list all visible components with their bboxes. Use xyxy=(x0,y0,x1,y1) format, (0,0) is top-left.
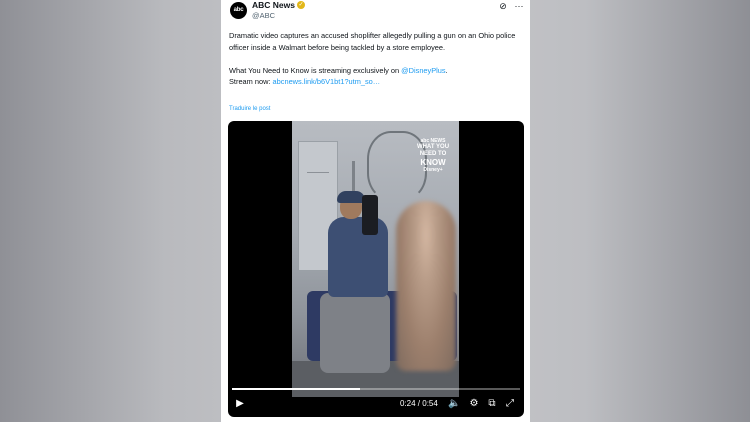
tweet-paragraph-3: Stream now: abcnews.link/b6V1bt1?utm_so… xyxy=(229,76,525,88)
stream-link[interactable]: abcnews.link/b6V1bt1?utm_so… xyxy=(273,77,381,86)
grok-icon[interactable]: ⊘ xyxy=(497,0,509,12)
tweet-text-prefix: What You Need to Know is streaming exclu… xyxy=(229,65,402,75)
fullscreen-icon[interactable]: ⤢ xyxy=(504,397,516,411)
show-logo-line-3: KNOW xyxy=(420,158,446,167)
more-icon[interactable]: ··· xyxy=(513,0,525,12)
play-icon[interactable]: ▶ xyxy=(234,397,246,411)
picture-in-picture-icon[interactable]: ⧉ xyxy=(486,397,498,411)
tweet-text: Dramatic video captures an accused shopl… xyxy=(229,30,525,88)
stream-now-label: Stream now: xyxy=(229,77,273,87)
progress-bar[interactable] xyxy=(232,388,520,390)
mention-link[interactable]: @DisneyPlus xyxy=(401,66,445,75)
video-controls: ▶ 0:24 / 0:54 🔈 ⚙ ⧉ ⤢ xyxy=(228,395,524,415)
tweet-paragraph-2: What You Need to Know is streaming exclu… xyxy=(229,65,525,77)
time-display: 0:24 / 0:54 xyxy=(400,399,438,408)
tweet-paragraph-1: Dramatic video captures an accused shopl… xyxy=(229,31,516,52)
account-name[interactable]: ABC News xyxy=(252,0,295,10)
show-logo: abc NEWS WHAT YOU NEED TO KNOW Disney+ xyxy=(415,138,451,173)
show-logo-sub: Disney+ xyxy=(423,167,443,173)
tweet-text-suffix: . xyxy=(445,65,448,75)
progress-fill xyxy=(232,388,360,390)
man-cap xyxy=(337,191,365,203)
settings-icon[interactable]: ⚙ xyxy=(468,397,480,411)
blurred-person xyxy=(396,201,456,371)
account-handle[interactable]: @ABC xyxy=(252,11,275,20)
name-row: ABC News ✓ xyxy=(252,0,305,10)
avatar-sub-label: NEWS xyxy=(232,13,245,18)
man-body xyxy=(328,217,388,297)
gun xyxy=(362,195,378,235)
video-frame[interactable]: abc NEWS WHAT YOU NEED TO KNOW Disney+ xyxy=(292,121,459,397)
video-player[interactable]: abc NEWS WHAT YOU NEED TO KNOW Disney+ ▶… xyxy=(228,121,524,417)
show-logo-line-1: WHAT YOU xyxy=(416,144,450,150)
translate-link[interactable]: Traduire le post xyxy=(229,106,270,112)
verified-badge-icon[interactable]: ✓ xyxy=(296,1,305,9)
tweet-header: abc NEWS ABC News ✓ @ABC ⊘ ··· xyxy=(221,0,530,24)
man-legs xyxy=(320,293,390,373)
volume-icon[interactable]: 🔈 xyxy=(448,397,460,411)
show-logo-line-2: NEED TO xyxy=(419,151,447,157)
tweet-card: abc NEWS ABC News ✓ @ABC ⊘ ··· Dramatic … xyxy=(221,0,530,422)
